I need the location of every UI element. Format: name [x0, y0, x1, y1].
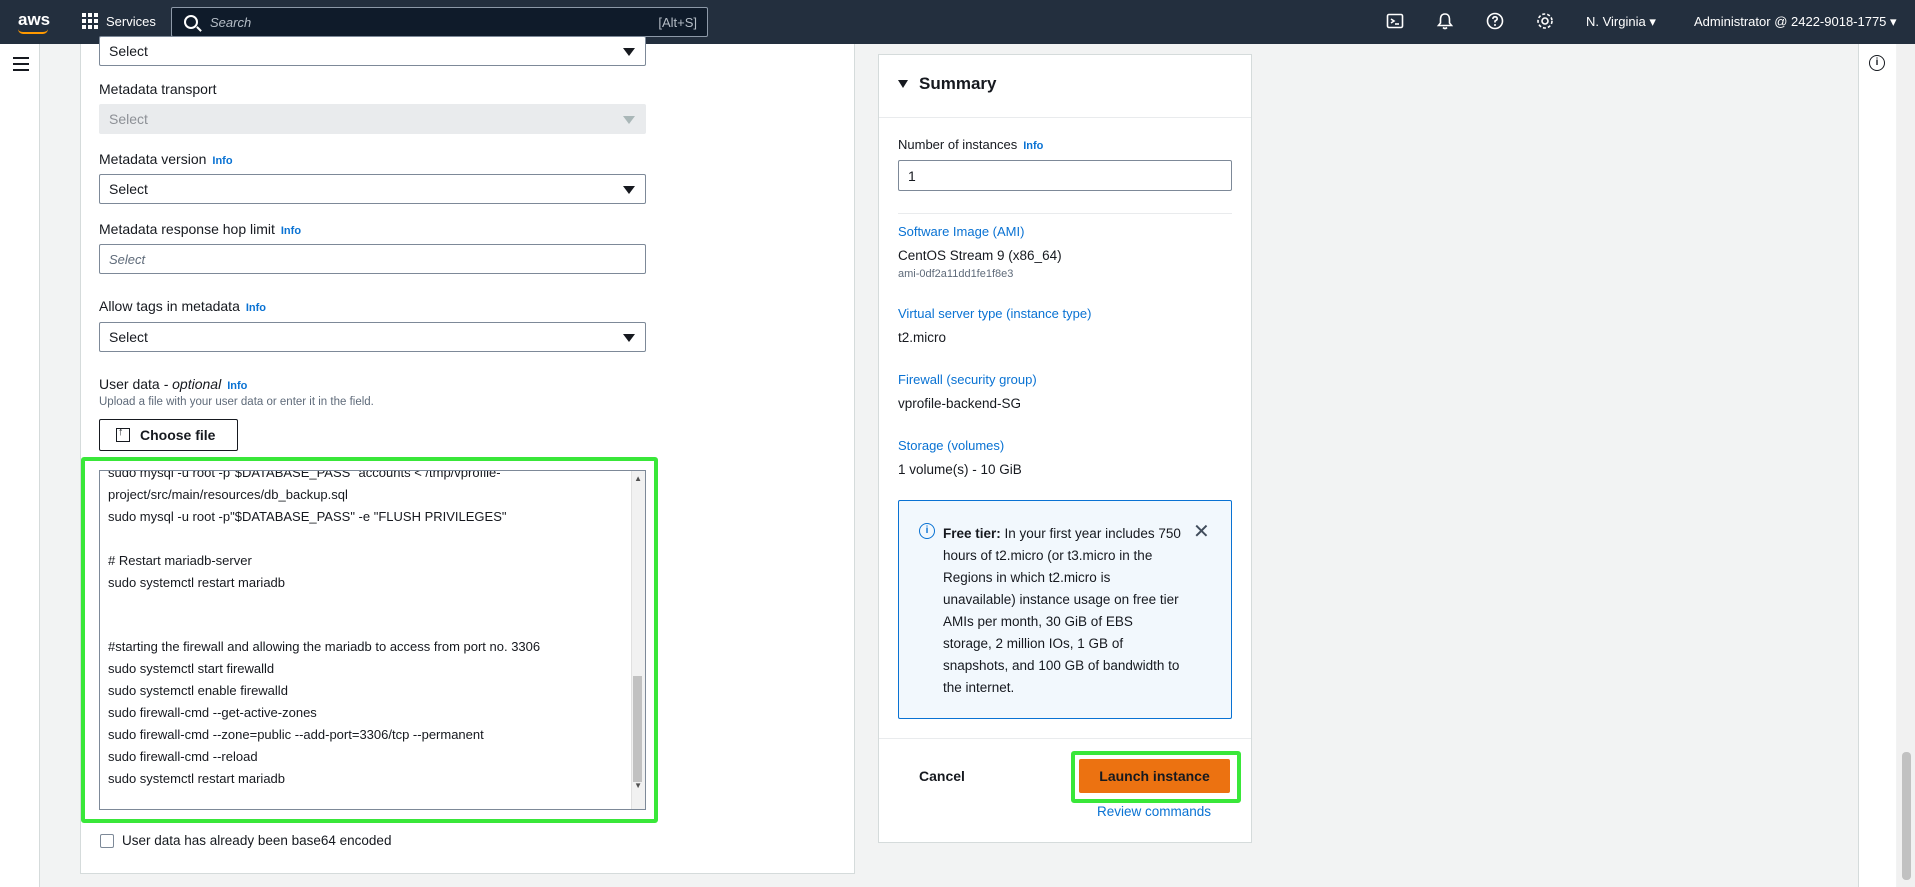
user-data-label-text: User data: [99, 376, 160, 392]
region-selector[interactable]: N. Virginia ▾: [1586, 14, 1656, 30]
top-select-dropdown[interactable]: Select: [99, 36, 646, 66]
top-select-value: Select: [109, 43, 148, 59]
metadata-version-select[interactable]: Select: [99, 174, 646, 204]
hop-limit-label-text: Metadata response hop limit: [99, 221, 275, 237]
choose-file-button[interactable]: Choose file: [99, 419, 238, 451]
ami-value: CentOS Stream 9 (x86_64): [898, 248, 1062, 263]
allow-tags-label: Allow tags in metadata Info: [99, 298, 266, 314]
user-data-label: User data - optional Info: [99, 376, 247, 392]
scroll-down-icon[interactable]: ▼: [634, 781, 642, 790]
num-instances-label: Number of instances Info: [898, 137, 1043, 152]
free-tier-bold: Free tier:: [943, 526, 1001, 541]
cancel-button[interactable]: Cancel: [919, 768, 965, 784]
code-line: sudo firewall-cmd --zone=public --add-po…: [108, 727, 484, 742]
search-input[interactable]: Search [Alt+S]: [171, 7, 708, 37]
code-line: sudo systemctl restart mariadb: [108, 575, 286, 590]
code-line: sudo systemctl start firewalld: [108, 661, 275, 676]
storage-link[interactable]: Storage (volumes): [898, 438, 1004, 453]
user-data-description: Upload a file with your user data or ent…: [99, 396, 374, 408]
caret-down-icon: [623, 186, 635, 194]
page-scrollbar-thumb[interactable]: [1902, 752, 1911, 880]
search-shortcut: [Alt+S]: [658, 14, 697, 30]
code-line: sudo systemctl enable firewalld: [108, 683, 288, 698]
aws-logo[interactable]: aws: [18, 10, 50, 30]
user-data-textarea[interactable]: sudo mysql -u root -p"$DATABASE_PASS" ac…: [99, 470, 646, 810]
code-line: sudo firewall-cmd --reload: [108, 749, 258, 764]
aws-logo-smile-icon: [18, 29, 48, 34]
base64-checkbox[interactable]: [100, 834, 114, 848]
user-data-info-link[interactable]: Info: [227, 380, 247, 392]
services-label: Services: [106, 13, 156, 29]
code-line: sudo systemctl restart mariadb: [108, 771, 286, 786]
cloudshell-icon[interactable]: [1385, 12, 1405, 32]
code-line: sudo mysql -u root -p"$DATABASE_PASS" -e…: [108, 509, 507, 524]
summary-divider: [879, 117, 1251, 118]
textarea-scrollbar-thumb[interactable]: [633, 676, 642, 782]
summary-title[interactable]: Summary: [919, 74, 996, 94]
grid-icon: [82, 13, 98, 29]
services-menu-button[interactable]: Services: [82, 13, 156, 29]
summary-divider: [898, 213, 1232, 214]
launch-instance-button[interactable]: Launch instance: [1079, 759, 1230, 793]
side-navigation: [0, 44, 40, 887]
scroll-up-icon[interactable]: ▲: [634, 474, 642, 483]
metadata-version-label: Metadata version Info: [99, 151, 233, 167]
caret-down-icon: [623, 334, 635, 342]
free-tier-body: In your first year includes 750 hours of…: [943, 526, 1181, 695]
metadata-version-info-link[interactable]: Info: [212, 155, 232, 167]
metadata-transport-select: Select: [99, 104, 646, 134]
num-instances-input[interactable]: 1: [898, 160, 1232, 191]
info-icon: i: [919, 523, 935, 539]
hop-limit-input[interactable]: Select: [99, 244, 646, 274]
instance-type-value: t2.micro: [898, 330, 947, 345]
instance-type-link[interactable]: Virtual server type (instance type): [898, 306, 1091, 321]
user-data-optional: - optional: [159, 376, 222, 392]
ami-id: ami-0df2a11dd1fe1f8e3: [898, 268, 1014, 280]
storage-value: 1 volume(s) - 10 GiB: [898, 462, 1022, 477]
code-line: sudo mysql -u root -p"$DATABASE_PASS" ac…: [108, 470, 501, 480]
firewall-link[interactable]: Firewall (security group): [898, 372, 1037, 387]
upload-icon: [116, 426, 130, 442]
search-placeholder: Search: [210, 14, 252, 30]
account-menu[interactable]: Administrator @ 2422-9018-1775 ▾: [1694, 14, 1897, 30]
allow-tags-value: Select: [109, 329, 148, 345]
help-icon[interactable]: [1485, 12, 1505, 32]
close-icon[interactable]: ✕: [1193, 519, 1210, 544]
tools-panel-rail: [1858, 44, 1896, 887]
menu-icon[interactable]: [13, 57, 29, 75]
bell-icon[interactable]: [1435, 12, 1455, 32]
allow-tags-label-text: Allow tags in metadata: [99, 298, 240, 314]
caret-down-icon: [623, 116, 635, 124]
settings-icon[interactable]: [1535, 12, 1555, 32]
summary-divider: [879, 738, 1251, 739]
allow-tags-select[interactable]: Select: [99, 322, 646, 352]
caret-down-icon[interactable]: [898, 80, 908, 88]
code-line: # Restart mariadb-server: [108, 553, 252, 568]
metadata-version-label-text: Metadata version: [99, 151, 207, 167]
metadata-version-value: Select: [109, 181, 148, 197]
base64-checkbox-label: User data has already been base64 encode…: [122, 833, 392, 848]
num-instances-info-link[interactable]: Info: [1023, 140, 1043, 152]
metadata-transport-value: Select: [109, 111, 148, 127]
code-line: project/src/main/resources/db_backup.sql: [108, 487, 348, 502]
hop-limit-label: Metadata response hop limit Info: [99, 221, 301, 237]
caret-down-icon: [623, 48, 635, 56]
code-line: sudo firewall-cmd --get-active-zones: [108, 705, 317, 720]
ami-link[interactable]: Software Image (AMI): [898, 224, 1024, 239]
code-line: #starting the firewall and allowing the …: [108, 639, 541, 654]
search-icon: [184, 15, 198, 29]
hop-limit-info-link[interactable]: Info: [281, 225, 301, 237]
info-panel-icon[interactable]: i: [1869, 55, 1885, 71]
metadata-transport-label: Metadata transport: [99, 81, 217, 97]
free-tier-text: Free tier: In your first year includes 7…: [943, 523, 1183, 699]
num-instances-label-text: Number of instances: [898, 137, 1018, 152]
firewall-value: vprofile-backend-SG: [898, 396, 1022, 411]
allow-tags-info-link[interactable]: Info: [246, 302, 266, 314]
review-commands-link[interactable]: Review commands: [1097, 804, 1211, 819]
choose-file-label: Choose file: [140, 427, 216, 443]
